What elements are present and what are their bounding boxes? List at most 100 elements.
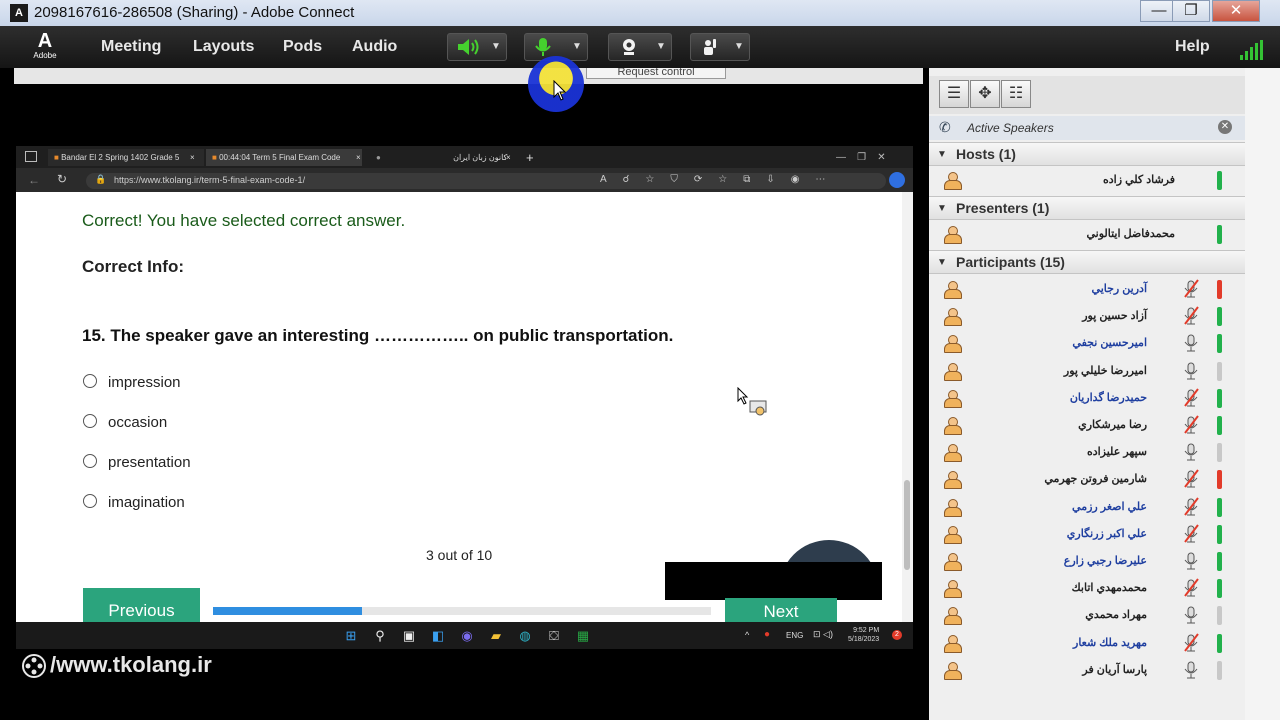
close-window-button[interactable]: ✕ [1212, 0, 1260, 22]
tray-time: 9:52 PM [853, 627, 880, 634]
browser-toolbar-icons[interactable]: A☌☆⛉⟳☆⧉⇩◉⋯ [600, 174, 841, 185]
attendee-row[interactable]: اميرحسين نجفي [929, 330, 1245, 357]
edge-icon[interactable]: ◍ [517, 628, 533, 643]
breakout-view-icon[interactable]: ✥ [970, 80, 1000, 108]
browser-window-controls[interactable]: — ❐ ✕ [836, 149, 906, 166]
tray-clock[interactable]: 9:52 PM 5/18/2023 [848, 626, 879, 644]
option-radio[interactable] [83, 374, 97, 388]
option-radio[interactable] [83, 414, 97, 428]
muted-microphone-icon [1184, 469, 1199, 488]
scrollbar-thumb[interactable] [904, 480, 910, 570]
tray-network-volume-icons[interactable]: ⊡ ◁) [813, 629, 833, 640]
attendee-row[interactable]: عليرضا رجبي زارع [929, 548, 1245, 575]
back-icon[interactable]: ← [28, 173, 40, 187]
menu-help[interactable]: Help [1175, 38, 1210, 56]
tab-label: Bandar El 2 Spring 1402 Grade 5 [61, 153, 180, 162]
attendee-row[interactable]: محمدمهدي اتابك [929, 575, 1245, 602]
mouse-pointer-icon [553, 80, 567, 101]
tab-actions-icon[interactable] [25, 151, 37, 162]
attendee-row[interactable]: سپهر عليزاده [929, 439, 1245, 466]
tkolang-favicon-icon: ■ [54, 153, 59, 162]
attendee-row[interactable]: آدرين رجايي [929, 276, 1245, 303]
windows-start-icon[interactable]: ⊞ [343, 628, 359, 643]
hosts-section-header[interactable]: ▼ Hosts (1) [929, 142, 1245, 166]
raise-hand-button[interactable]: ▼ [690, 33, 750, 61]
user-icon [943, 307, 962, 327]
menu-audio[interactable]: Audio [352, 38, 397, 56]
participants-section-header[interactable]: ▼ Participants (15) [929, 250, 1245, 274]
site-watermark: /www.tkolang.ir [50, 652, 212, 677]
close-speakers-icon[interactable]: ✕ [1218, 120, 1232, 134]
option-radio[interactable] [83, 494, 97, 508]
microphone-options-caret[interactable]: ▼ [569, 34, 585, 60]
new-tab-button[interactable]: + [526, 149, 540, 166]
webcam-options-caret[interactable]: ▼ [653, 34, 669, 60]
correct-info-label: Correct Info: [82, 257, 184, 276]
previous-button[interactable]: Previous [83, 588, 200, 622]
browser-tab-active[interactable]: ■ 00:44:04 Term 5 Final Exam Code [206, 149, 362, 166]
menu-meeting[interactable]: Meeting [101, 38, 161, 56]
tab-close-icon[interactable]: × [506, 149, 516, 166]
list-view-icon[interactable]: ☰ [939, 80, 969, 108]
menu-layouts[interactable]: Layouts [193, 38, 254, 56]
microphone-icon [1184, 606, 1198, 624]
next-button[interactable]: Next [725, 598, 837, 622]
tab-close-icon[interactable]: × [356, 149, 366, 166]
collapse-arrow-icon[interactable]: ▼ [937, 203, 947, 214]
adobe-connect-icon: A [10, 4, 28, 22]
webcam-button[interactable]: ▼ [608, 33, 672, 61]
maximize-button[interactable]: ❐ [1172, 0, 1210, 22]
film-reel-icon [22, 654, 46, 678]
option-label[interactable]: occasion [108, 414, 167, 431]
status-options-caret[interactable]: ▼ [731, 34, 747, 60]
muted-microphone-icon [1184, 415, 1199, 434]
file-explorer-icon[interactable]: ▰ [488, 628, 504, 643]
attendee-row[interactable]: مهراد محمدي [929, 602, 1245, 629]
attendee-row[interactable]: پارسا آريان فر [929, 657, 1245, 684]
request-control-button[interactable]: Request control [586, 68, 726, 79]
attendee-row[interactable]: رضا ميرشكاري [929, 412, 1245, 439]
tray-overflow-icon[interactable]: ^ [745, 630, 749, 640]
attendee-row[interactable]: آزاد حسين پور [929, 303, 1245, 330]
option-label[interactable]: impression [108, 374, 181, 391]
option-radio[interactable] [83, 454, 97, 468]
option-label[interactable]: imagination [108, 494, 185, 511]
speaker-button[interactable]: ▼ [447, 33, 507, 61]
store-icon[interactable]: ⛋ [546, 628, 562, 643]
bing-icon[interactable] [889, 172, 905, 188]
audio-status-bar [1217, 307, 1222, 327]
attendee-row[interactable]: علي اكبر زرنگاري [929, 521, 1245, 548]
signal-bar [1260, 40, 1263, 60]
attendee-row[interactable]: فرشاد كلي زاده [929, 167, 1245, 194]
attendee-row[interactable]: شارمين فروتن جهرمي [929, 466, 1245, 493]
browser-tab[interactable]: ● کانون زبان ایران [370, 149, 516, 166]
attendee-row[interactable]: محمدفاضل ايتالوني [929, 221, 1245, 248]
menu-pods[interactable]: Pods [283, 38, 322, 56]
refresh-icon[interactable]: ↻ [57, 172, 67, 186]
notification-badge[interactable]: 2 [892, 630, 902, 640]
chat-icon[interactable]: ◉ [459, 628, 475, 643]
panel-scrollbar[interactable] [1245, 68, 1280, 720]
attendee-row[interactable]: حميدرضا گداريان [929, 385, 1245, 412]
collapse-arrow-icon[interactable]: ▼ [937, 257, 947, 268]
attendee-row[interactable]: مهريد ملك شعار [929, 630, 1245, 657]
signal-bar [1245, 51, 1248, 60]
excel-icon[interactable]: ▦ [575, 628, 591, 643]
muted-microphone-icon [1184, 632, 1199, 652]
user-icon-body [944, 588, 962, 599]
search-icon[interactable]: ⚲ [372, 628, 388, 643]
muted-microphone-icon [1184, 279, 1199, 298]
attendee-row[interactable]: اميررضا خليلي پور [929, 358, 1245, 385]
attendee-row[interactable]: علي اصغر رزمي [929, 494, 1245, 521]
task-view-icon[interactable]: ▣ [401, 628, 417, 643]
tab-close-icon[interactable]: × [190, 149, 200, 166]
user-icon [943, 579, 962, 599]
collapse-arrow-icon[interactable]: ▼ [937, 149, 947, 160]
speaker-options-caret[interactable]: ▼ [488, 34, 504, 60]
presenters-section-header[interactable]: ▼ Presenters (1) [929, 196, 1245, 220]
language-indicator[interactable]: ENG [786, 631, 803, 640]
widgets-icon[interactable]: ◧ [430, 628, 446, 643]
option-label[interactable]: presentation [108, 454, 191, 471]
status-view-icon[interactable]: ☷ [1001, 80, 1031, 108]
browser-tab[interactable]: ■ Bandar El 2 Spring 1402 Grade 5 [48, 149, 204, 166]
